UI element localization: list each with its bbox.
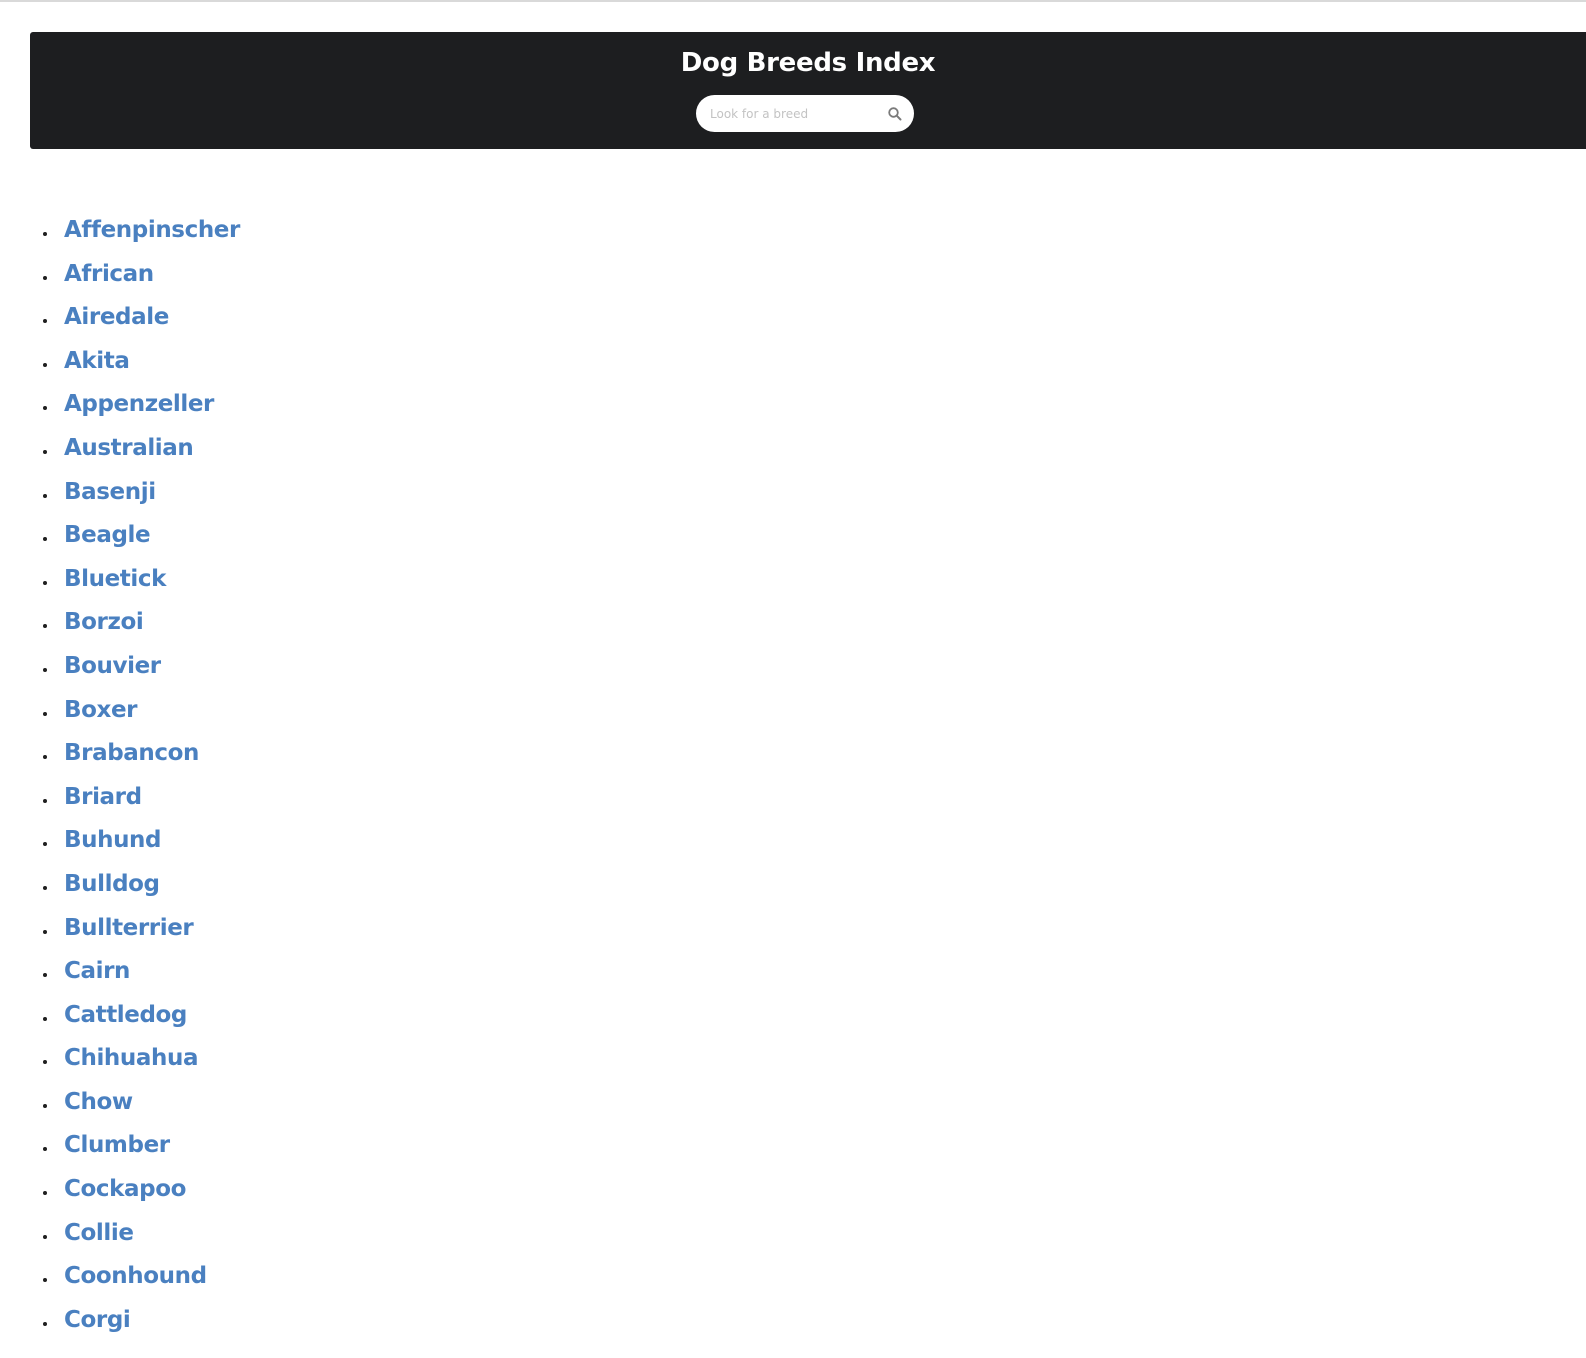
list-item: Airedale xyxy=(0,296,600,340)
list-item: Akita xyxy=(0,340,600,384)
list-bullet xyxy=(43,755,47,760)
breed-link[interactable]: Cockapoo xyxy=(64,1173,186,1205)
breed-link[interactable]: Collie xyxy=(64,1217,134,1249)
list-item: Beagle xyxy=(0,514,600,558)
breed-link[interactable]: Bluetick xyxy=(64,563,166,595)
list-bullet xyxy=(43,667,47,672)
breed-link[interactable]: Beagle xyxy=(64,519,151,551)
list-item: Bouvier xyxy=(0,645,600,689)
list-bullet xyxy=(43,624,47,629)
list-item: Australian xyxy=(0,427,600,471)
breed-link[interactable]: Bullterrier xyxy=(64,912,194,944)
breed-link[interactable]: Australian xyxy=(64,432,194,464)
breed-link[interactable]: Brabancon xyxy=(64,737,199,769)
list-item: Cairn xyxy=(0,950,600,994)
breed-link[interactable]: Akita xyxy=(64,345,130,377)
top-divider xyxy=(0,0,1586,2)
list-bullet xyxy=(43,798,47,803)
breed-list: Affenpinscher African Airedale Akita Appenze… xyxy=(0,209,600,1342)
breed-link[interactable]: Briard xyxy=(64,781,142,813)
search-input[interactable] xyxy=(710,103,876,125)
list-item: Buhund xyxy=(0,819,600,863)
list-item: Cockapoo xyxy=(0,1168,600,1212)
list-item: Bullterrier xyxy=(0,907,600,951)
list-bullet xyxy=(43,580,47,585)
list-item: Briard xyxy=(0,776,600,820)
list-item: Bluetick xyxy=(0,558,600,602)
list-item: Appenzeller xyxy=(0,383,600,427)
list-bullet xyxy=(43,493,47,498)
list-item: Collie xyxy=(0,1212,600,1256)
breed-link[interactable]: Clumber xyxy=(64,1129,170,1161)
breed-link[interactable]: Bulldog xyxy=(64,868,160,900)
breed-link[interactable]: Chow xyxy=(64,1086,133,1118)
list-bullet xyxy=(43,449,47,454)
list-item: Bulldog xyxy=(0,863,600,907)
list-item: Basenji xyxy=(0,471,600,515)
list-bullet xyxy=(43,406,47,411)
list-bullet xyxy=(43,275,47,280)
list-item: Boxer xyxy=(0,689,600,733)
list-item: Clumber xyxy=(0,1124,600,1168)
breed-link[interactable]: Coonhound xyxy=(64,1260,207,1292)
list-item: Coonhound xyxy=(0,1255,600,1299)
breed-link[interactable]: Affenpinscher xyxy=(64,214,240,246)
breed-link[interactable]: Appenzeller xyxy=(64,388,214,420)
list-bullet xyxy=(43,842,47,847)
list-bullet xyxy=(43,1321,47,1326)
list-bullet xyxy=(43,1278,47,1283)
list-bullet xyxy=(43,1103,47,1108)
list-item: Chow xyxy=(0,1081,600,1125)
breed-link[interactable]: Cairn xyxy=(64,955,130,987)
breed-link[interactable]: Boxer xyxy=(64,694,138,726)
list-bullet xyxy=(43,362,47,367)
breed-link[interactable]: Corgi xyxy=(64,1304,131,1336)
list-bullet xyxy=(43,1147,47,1152)
breed-link[interactable]: Borzoi xyxy=(64,606,144,638)
list-bullet xyxy=(43,319,47,324)
breed-link[interactable]: Basenji xyxy=(64,476,156,508)
list-bullet xyxy=(43,929,47,934)
list-item: Borzoi xyxy=(0,601,600,645)
list-item: Affenpinscher xyxy=(0,209,600,253)
list-bullet xyxy=(43,885,47,890)
list-item: African xyxy=(0,253,600,297)
list-item: Brabancon xyxy=(0,732,600,776)
list-bullet xyxy=(43,1060,47,1065)
page-title: Dog Breeds Index xyxy=(680,48,936,78)
search-icon[interactable] xyxy=(887,106,903,122)
list-bullet xyxy=(43,232,47,236)
list-item: Chihuahua xyxy=(0,1037,600,1081)
breed-link[interactable]: Buhund xyxy=(64,824,161,856)
list-bullet xyxy=(43,1016,47,1021)
list-bullet xyxy=(43,1191,47,1196)
list-bullet xyxy=(43,973,47,978)
breed-link[interactable]: Cattledog xyxy=(64,999,187,1031)
list-item: Corgi xyxy=(0,1299,600,1343)
breed-link[interactable]: African xyxy=(64,258,154,290)
page-header: Dog Breeds Index xyxy=(30,32,1586,149)
search-box[interactable] xyxy=(696,95,914,132)
list-item: Cattledog xyxy=(0,994,600,1038)
breed-link[interactable]: Chihuahua xyxy=(64,1042,198,1074)
list-bullet xyxy=(43,1234,47,1239)
breed-link[interactable]: Bouvier xyxy=(64,650,161,682)
list-bullet xyxy=(43,711,47,716)
list-bullet xyxy=(43,537,47,542)
breed-link[interactable]: Airedale xyxy=(64,301,169,333)
